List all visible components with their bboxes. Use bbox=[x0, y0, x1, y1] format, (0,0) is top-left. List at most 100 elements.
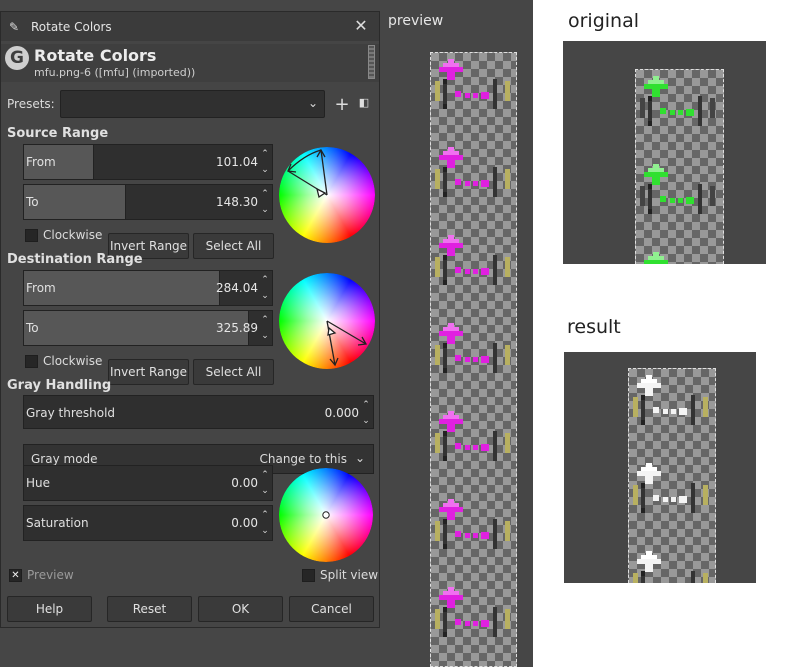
sprite-icon bbox=[633, 551, 708, 583]
preview-sprite bbox=[431, 55, 516, 143]
preview-sprite-strip bbox=[430, 52, 517, 667]
split-view-label: Split view bbox=[320, 568, 379, 582]
destination-to-value: 325.89 bbox=[216, 321, 258, 335]
add-preset-icon[interactable]: + bbox=[334, 94, 350, 115]
destination-to-spinner[interactable]: To 325.89 ⌃ ⌄ bbox=[23, 310, 273, 346]
checkbox-box bbox=[302, 568, 315, 582]
ok-button[interactable]: OK bbox=[198, 596, 283, 622]
result-sprite bbox=[629, 459, 715, 547]
preview-checkbox-label: Preview bbox=[27, 568, 74, 582]
screen: preview original result ✎ Rotate Colors … bbox=[0, 0, 800, 667]
sprite-icon bbox=[640, 76, 715, 126]
original-sprite-strip bbox=[635, 69, 724, 264]
destination-hue-wheel[interactable] bbox=[279, 273, 375, 369]
destination-to-label: To bbox=[26, 321, 39, 335]
spinner-arrows-icon[interactable]: ⌃ ⌄ bbox=[260, 186, 270, 218]
rotate-colors-dialog: ✎ Rotate Colors ✕ G Rotate Colors mfu.pn… bbox=[0, 11, 380, 628]
source-from-spinner[interactable]: From 101.04 ⌃ ⌄ bbox=[23, 144, 273, 180]
sprite-icon bbox=[435, 499, 510, 549]
gray-color-marker bbox=[322, 511, 330, 519]
original-sprite bbox=[636, 72, 723, 160]
chevron-down-icon: ⌄ bbox=[354, 451, 365, 465]
original-sprite bbox=[636, 160, 723, 248]
sprite-icon bbox=[435, 59, 510, 109]
checkbox-box bbox=[25, 228, 38, 242]
result-sprite-strip bbox=[628, 368, 716, 583]
result-sprite bbox=[629, 547, 715, 583]
gray-threshold-label: Gray threshold bbox=[26, 406, 116, 420]
saturation-value: 0.00 bbox=[231, 516, 258, 530]
help-button[interactable]: Help bbox=[7, 596, 92, 622]
gray-threshold-spinner[interactable]: Gray threshold 0.000 ⌃ ⌄ bbox=[23, 395, 374, 429]
spinner-arrows-icon[interactable]: ⌃ ⌄ bbox=[260, 467, 270, 499]
spinner-arrows-icon[interactable]: ⌃ ⌄ bbox=[361, 397, 371, 428]
original-sprite bbox=[636, 248, 723, 264]
source-range-heading: Source Range bbox=[7, 126, 109, 141]
spinner-arrows-icon[interactable]: ⌃ ⌄ bbox=[260, 272, 270, 304]
sprite-icon bbox=[435, 235, 510, 285]
destination-from-value: 284.04 bbox=[216, 281, 258, 295]
saturation-label: Saturation bbox=[26, 516, 89, 530]
gray-mode-label: Gray mode bbox=[31, 452, 98, 466]
gray-threshold-value: 0.000 bbox=[324, 406, 359, 420]
spinner-arrows-icon[interactable]: ⌃ ⌄ bbox=[260, 507, 270, 539]
dialog-header: G Rotate Colors mfu.png-6 ([mfu] (import… bbox=[1, 44, 379, 82]
sprite-icon bbox=[633, 463, 708, 513]
preset-menu-icon[interactable]: ◧ bbox=[356, 96, 372, 109]
sprite-icon bbox=[435, 147, 510, 197]
spinner-arrows-icon[interactable]: ⌃ ⌄ bbox=[260, 146, 270, 178]
split-view-checkbox[interactable]: Split view bbox=[302, 568, 378, 582]
source-from-value: 101.04 bbox=[216, 155, 258, 169]
source-select-all-button[interactable]: Select All bbox=[193, 233, 274, 259]
gray-mode-value: Change to this bbox=[259, 452, 347, 466]
hue-label: Hue bbox=[26, 476, 51, 490]
spinner-arrows-icon[interactable]: ⌃ ⌄ bbox=[260, 312, 270, 344]
checkbox-checked-icon: ✕ bbox=[9, 568, 22, 582]
title-bar[interactable]: ✎ Rotate Colors ✕ bbox=[1, 12, 379, 41]
checkbox-box bbox=[25, 354, 38, 368]
preview-label: preview bbox=[388, 13, 444, 29]
destination-from-spinner[interactable]: From 284.04 ⌃ ⌄ bbox=[23, 270, 273, 306]
sprite-icon bbox=[435, 411, 510, 461]
sprite-icon bbox=[644, 252, 668, 264]
hue-spinner[interactable]: Hue 0.00 ⌃ ⌄ bbox=[23, 465, 273, 501]
sprite-icon bbox=[435, 587, 510, 637]
source-clockwise-label: Clockwise bbox=[43, 228, 103, 242]
preview-sprite bbox=[431, 231, 516, 319]
saturation-spinner[interactable]: Saturation 0.00 ⌃ ⌄ bbox=[23, 505, 273, 541]
preview-sprite bbox=[431, 583, 516, 666]
preview-sprite bbox=[431, 319, 516, 407]
source-hue-wheel[interactable] bbox=[279, 147, 375, 243]
close-icon[interactable]: ✕ bbox=[351, 16, 371, 36]
header-subtitle: mfu.png-6 ([mfu] (imported)) bbox=[34, 66, 196, 79]
original-label: original bbox=[568, 10, 640, 32]
preview-checkbox[interactable]: ✕ Preview bbox=[9, 568, 74, 582]
source-to-label: To bbox=[26, 195, 39, 209]
drag-handle[interactable] bbox=[368, 45, 375, 79]
source-from-label: From bbox=[26, 155, 56, 169]
header-title: Rotate Colors bbox=[34, 46, 157, 65]
destination-invert-range-button[interactable]: Invert Range bbox=[108, 359, 189, 385]
window-title: Rotate Colors bbox=[31, 19, 112, 34]
destination-clockwise-label: Clockwise bbox=[43, 354, 103, 368]
source-to-value: 148.30 bbox=[216, 195, 258, 209]
destination-select-all-button[interactable]: Select All bbox=[193, 359, 274, 385]
source-clockwise-checkbox[interactable]: Clockwise bbox=[25, 228, 102, 242]
destination-from-label: From bbox=[26, 281, 56, 295]
source-range-arrows bbox=[287, 148, 328, 199]
source-to-spinner[interactable]: To 148.30 ⌃ ⌄ bbox=[23, 184, 273, 220]
gray-handling-heading: Gray Handling bbox=[7, 378, 112, 393]
destination-range-arrows bbox=[326, 320, 368, 367]
hue-value: 0.00 bbox=[231, 476, 258, 490]
destination-clockwise-checkbox[interactable]: Clockwise bbox=[25, 354, 102, 368]
gray-color-wheel[interactable] bbox=[279, 468, 373, 562]
sprite-icon bbox=[435, 323, 510, 373]
cancel-button[interactable]: Cancel bbox=[289, 596, 374, 622]
presets-combo[interactable]: ⌄ bbox=[60, 90, 325, 118]
preview-sprite bbox=[431, 407, 516, 495]
sprite-icon bbox=[633, 375, 708, 425]
destination-to-fill bbox=[24, 311, 249, 345]
original-image bbox=[563, 41, 766, 264]
reset-button[interactable]: Reset bbox=[107, 596, 192, 622]
chevron-down-icon: ⌄ bbox=[307, 96, 318, 110]
